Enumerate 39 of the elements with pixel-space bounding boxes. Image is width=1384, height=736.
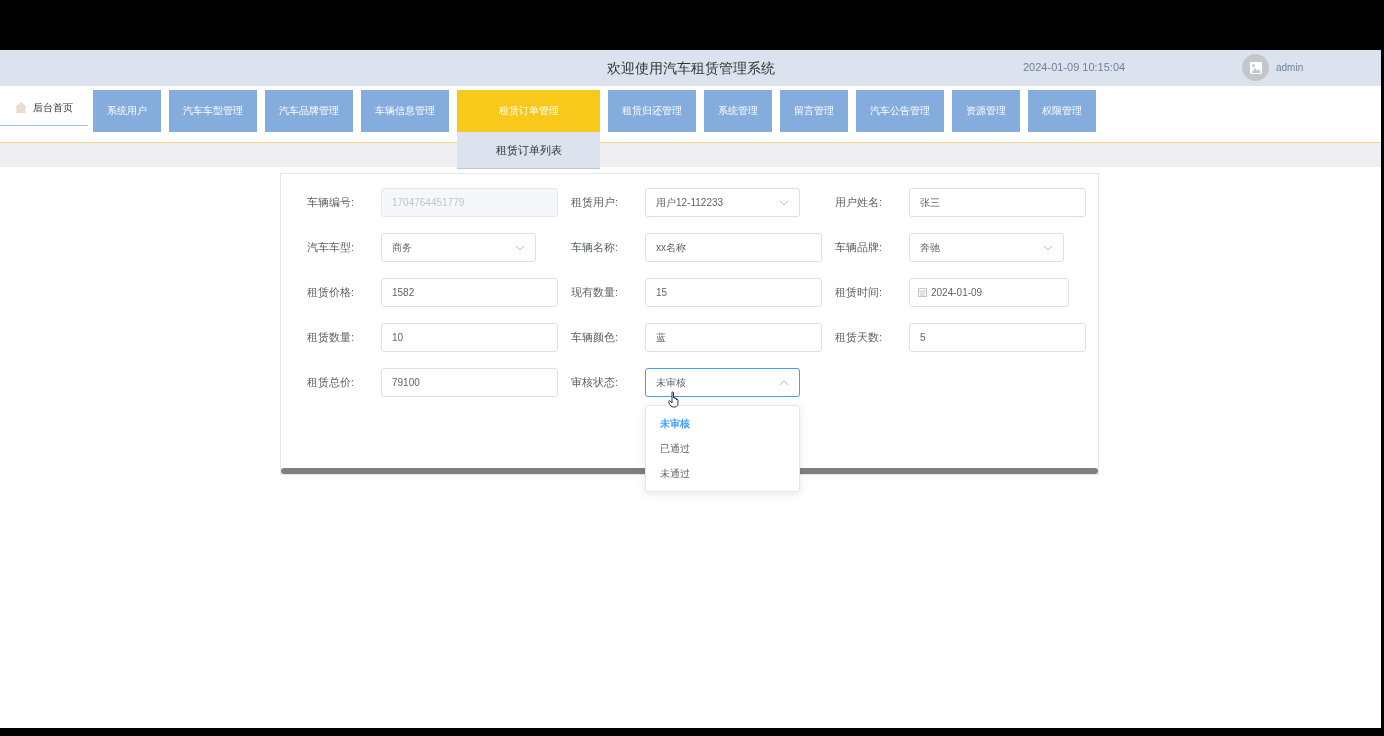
select-field[interactable]: 未审核 [645,368,800,397]
input-field[interactable]: 79100 [381,368,558,397]
chevron-icon [779,379,789,386]
chevron-icon [1043,244,1053,251]
chevron-icon [515,244,525,251]
field-label: 现有数量: [571,285,620,300]
dropdown-option[interactable]: 已通过 [646,436,799,461]
field-label: 租赁用户: [571,195,620,210]
input-field[interactable]: 5 [909,323,1086,352]
home-tab[interactable]: 后台首页 [0,90,88,126]
select-field[interactable]: 奔驰 [909,233,1064,262]
select-field[interactable]: 用户12-112233 [645,188,800,217]
field-label: 车辆颜色: [571,330,620,345]
field-label: 租赁价格: [307,285,356,300]
submenu-item[interactable]: 租赁订单列表 [457,132,600,168]
field-label: 车辆名称: [571,240,620,255]
field-label: 汽车车型: [307,240,356,255]
field-label: 审核状态: [571,375,620,390]
input-field[interactable]: 蓝 [645,323,822,352]
dropdown-option[interactable]: 未通过 [646,461,799,486]
field-label: 租赁数量: [307,330,356,345]
select-field[interactable]: 商务 [381,233,536,262]
datetime: 2024-01-09 10:15:04 [1023,61,1126,73]
input-field[interactable]: 15 [645,278,822,307]
chevron-icon [779,199,789,206]
input-field[interactable]: 1582 [381,278,558,307]
field-label: 租赁时间: [835,285,884,300]
field-label: 租赁天数: [835,330,884,345]
input-field[interactable]: 张三 [909,188,1086,217]
home-icon [15,102,27,113]
date-field[interactable]: 2024-01-09 [909,278,1069,307]
calendar-icon [918,288,927,297]
field-label: 车辆编号: [307,195,356,210]
page-title: 欢迎使用汽车租赁管理系统 [605,60,776,78]
field-label: 租赁总价: [307,375,356,390]
input-field[interactable]: xx名称 [645,233,822,262]
field-label: 用户姓名: [835,195,884,210]
input-field[interactable]: 10 [381,323,558,352]
field-label: 车辆品牌: [835,240,884,255]
